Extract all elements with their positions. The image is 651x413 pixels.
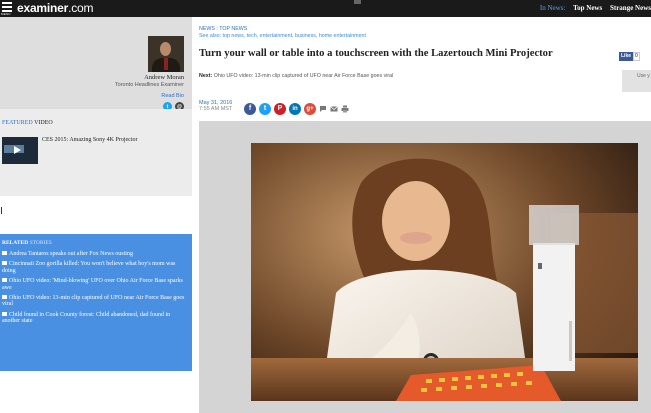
hero-image[interactable] [251, 143, 638, 401]
bullet-icon [2, 311, 7, 316]
linkedin-icon[interactable]: in [289, 102, 301, 115]
pinterest-icon[interactable]: P [274, 102, 286, 115]
related-heading-bold: RELATED [2, 240, 29, 246]
share-bar: f t P in g+ [244, 102, 349, 115]
facebook-icon[interactable]: f [244, 102, 256, 115]
top-bar: MENU examiner.com In News: Top News Stra… [0, 0, 651, 17]
next-label: Next: [199, 73, 213, 79]
author-title: Toronto Headlines Examiner [114, 82, 184, 88]
related-story-item[interactable]: Cincinnati Zoo gorilla killed: You won't… [2, 261, 188, 274]
play-icon [14, 146, 21, 154]
related-story-item[interactable]: Child found in Cook County forest: Child… [2, 311, 188, 325]
menu-label: MENU [1, 12, 11, 16]
featured-heading-highlight: FEATURED [2, 120, 33, 126]
related-story-text: Ohio UFO video: 13-min clip captured of … [2, 295, 185, 308]
featured-heading: FEATURED VIDEO [2, 120, 53, 126]
twitter-icon[interactable]: t [259, 102, 271, 115]
avatar-tie [164, 58, 168, 70]
related-story-text: Ohio UFO video: 'Mind-blowing' UFO over … [2, 278, 183, 291]
article-headline: Turn your wall or table into a touchscre… [199, 48, 553, 59]
featured-video-title[interactable]: CES 2015: Amazing Sony 4K Projector [42, 137, 138, 143]
related-heading: RELATED STORIES [2, 240, 52, 246]
publish-time: 7:55 AM MST [199, 106, 233, 112]
side-notice: Use y [622, 70, 651, 92]
sidebar-divider [1, 207, 2, 214]
nav-link-strange-news[interactable]: Strange News [610, 4, 651, 12]
related-story-text: Child found in Cook County forest: Child… [2, 311, 171, 325]
hamburger-icon [2, 2, 12, 4]
logo-main: examiner [17, 1, 69, 15]
in-news-label: In News: [539, 4, 566, 12]
related-story-item[interactable]: Ohio UFO video: 'Mind-blowing' UFO over … [2, 278, 188, 291]
bullet-icon [2, 295, 7, 300]
bullet-icon [2, 251, 7, 255]
logo-suffix: .com [68, 1, 94, 15]
hero-image-frame [199, 121, 651, 413]
email-icon[interactable] [330, 105, 338, 113]
featured-video-thumbnail[interactable] [2, 137, 38, 164]
comment-icon[interactable] [319, 105, 327, 113]
facebook-like-widget[interactable]: Like 0 [619, 52, 640, 62]
author-avatar[interactable] [148, 36, 184, 72]
related-story-item[interactable]: Andrea Tantaros speaks out after Fox New… [2, 251, 188, 257]
avatar-face [160, 42, 171, 56]
site-logo[interactable]: examiner.com [17, 1, 94, 15]
related-stories-list: Andrea Tantaros speaks out after Fox New… [2, 251, 188, 329]
related-story-item[interactable]: Ohio UFO video: 13-min clip captured of … [2, 295, 188, 308]
bullet-icon [2, 261, 7, 266]
google-plus-icon[interactable]: g+ [304, 102, 316, 115]
bullet-icon [2, 278, 7, 283]
breadcrumb-section[interactable]: NEWS : TOP NEWS [199, 26, 366, 33]
next-article-title: Ohio UFO video: 13-min clip captured of … [212, 73, 394, 79]
hero-photo [251, 143, 638, 401]
next-article[interactable]: Next: Ohio UFO video: 13-min clip captur… [199, 73, 393, 79]
related-heading-light: STORIES [28, 240, 52, 246]
related-story-text: Andrea Tantaros speaks out after Fox New… [9, 251, 133, 257]
related-story-text: Cincinnati Zoo gorilla killed: You won't… [2, 261, 176, 274]
facebook-like-button[interactable]: Like [619, 52, 634, 61]
author-box: Andrew Moran Toronto Headlines Examiner … [0, 17, 192, 121]
top-center-tab [354, 0, 361, 4]
breadcrumb: NEWS : TOP NEWS See also: top news, tech… [199, 26, 366, 40]
top-nav: In News: Top News Strange News [540, 4, 651, 12]
author-name[interactable]: Andrew Moran [144, 74, 184, 81]
hamburger-icon-bar [2, 6, 12, 8]
publish-date: May 31, 2016 7:55 AM MST [199, 100, 232, 112]
see-also-links[interactable]: See also: top news, tech, entertainment,… [199, 33, 366, 40]
facebook-like-count: 0 [633, 52, 640, 61]
featured-heading-rest: VIDEO [32, 120, 53, 126]
nav-link-top-news[interactable]: Top News [573, 4, 602, 12]
read-bio-link[interactable]: Read Bio [161, 93, 184, 99]
menu-button[interactable]: MENU [1, 1, 14, 16]
print-icon[interactable] [341, 105, 349, 113]
